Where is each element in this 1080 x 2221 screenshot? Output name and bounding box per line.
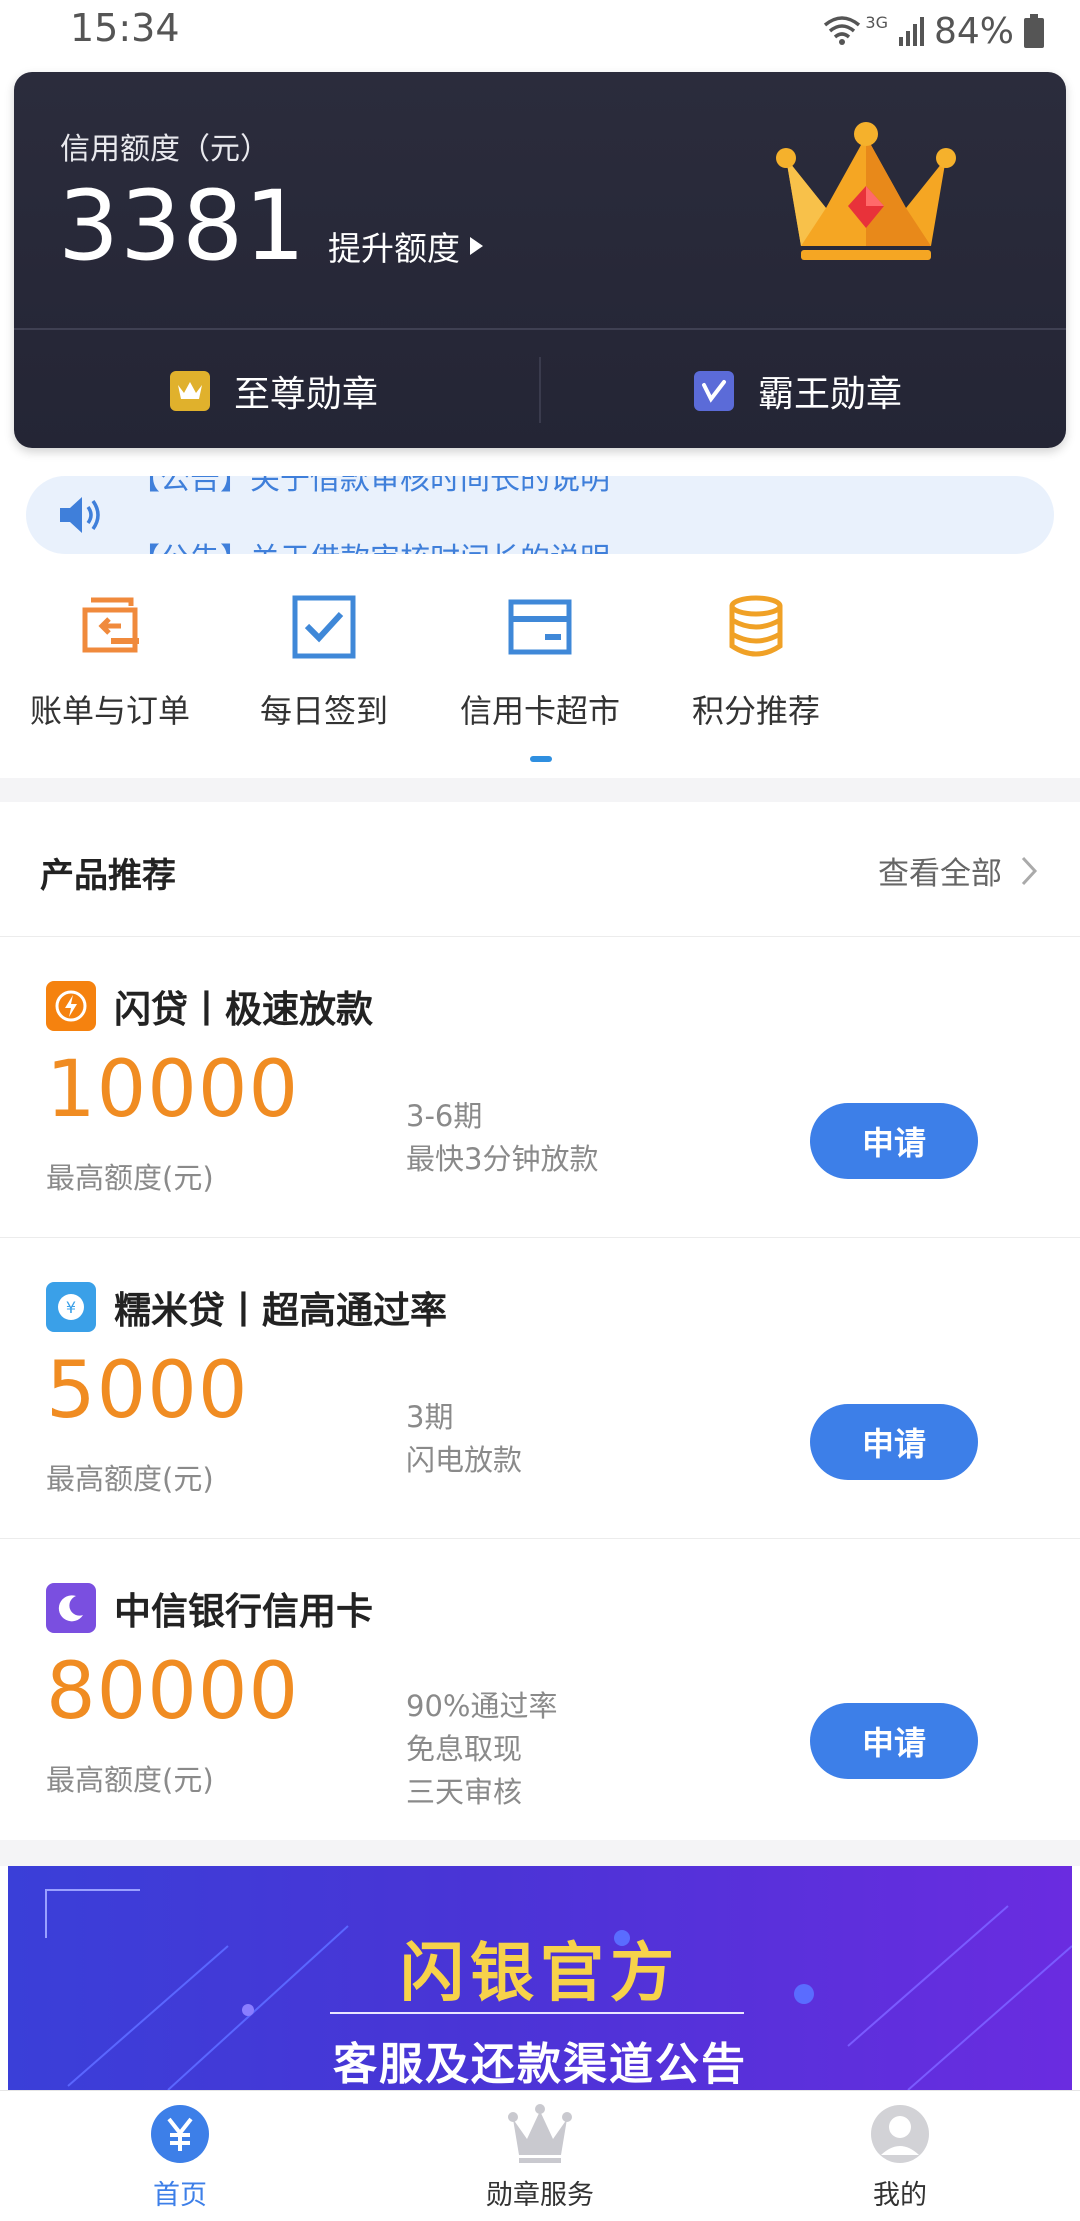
banner-title: 闪银官方 [400,1937,680,2011]
product-max-amount: 80000 [46,1647,300,1737]
nav-badge-service[interactable]: 勋章服务 [420,2091,660,2221]
raise-limit-label: 提升额度 [328,229,460,268]
quick-item-points[interactable]: 积分推荐 [646,584,866,734]
badge-overlord[interactable]: 霸王勋章 [694,334,902,448]
wifi-icon [824,16,861,45]
notice-line: 【公告】关于借款审核时间长的说明 [130,534,610,554]
notice-line: 【公告】关于借款审核时间长的说明 [130,476,610,497]
rice-logo-icon: ¥ [46,1282,96,1332]
product-features: 90%通过率 免息取现 三天审核 [406,1685,557,1814]
nav-profile-label: 我的 [873,2180,927,2211]
product-features: 3期 闪电放款 [406,1396,522,1482]
banner-subtitle: 客服及还款渠道公告 [333,2039,747,2090]
credit-divider [14,328,1066,330]
product-feature: 90%通过率 [406,1689,558,1723]
moon-logo-icon [46,1583,96,1633]
quick-item-bills[interactable]: 账单与订单 [0,584,220,734]
banner-rule [330,2012,744,2014]
product-feature: 闪电放款 [406,1443,523,1477]
battery-text: 84% [933,10,1014,52]
play-arrow-icon [470,237,483,255]
bottom-nav: 首页 勋章服务 我的 [0,2090,1080,2221]
speaker-icon [60,497,100,533]
product-name: 糯米贷丨超高通过率 [114,1289,447,1332]
product-name: 中信银行信用卡 [114,1590,373,1633]
crown-badge-icon [170,371,210,411]
quick-item-label: 账单与订单 [29,692,190,730]
product-amount-label: 最高额度(元) [46,1763,214,1797]
chevron-right-icon [1021,856,1038,885]
product-amount-label: 最高额度(元) [46,1462,214,1496]
bill-order-icon [82,597,139,653]
page-indicator [530,756,552,762]
checkin-icon [292,595,356,659]
raise-limit-link[interactable]: 提升额度 [328,222,483,270]
battery-icon [1024,14,1044,48]
nav-home-label: 首页 [153,2180,207,2211]
nav-home[interactable]: 首页 [60,2091,300,2221]
credit-panel: 信用额度（元） 3381 提升额度 至尊勋章 霸王勋章 [14,72,1066,448]
nav-profile[interactable]: 我的 [780,2091,1020,2221]
product-feature: 3期 [406,1400,454,1434]
product-features: 3-6期 最快3分钟放款 [406,1095,598,1181]
profile-icon [871,2105,929,2163]
product-max-amount: 5000 [46,1346,249,1436]
card-market-icon [508,599,572,655]
apply-button[interactable]: 申请 [810,1103,978,1179]
status-bar: 15:34 3G 84% [0,0,1080,62]
quick-item-label: 每日签到 [259,692,388,730]
lightning-logo-icon [46,981,96,1031]
notice-ticker: 【公告】关于借款审核时间长的说明 【公告】关于借款审核时间长的说明 [130,476,610,554]
network-type: 3G [865,12,888,32]
svg-text:¥: ¥ [66,1298,76,1317]
view-all-link[interactable]: 查看全部 [878,848,1038,893]
crown-nav-icon [508,2104,572,2163]
products-title: 产品推荐 [40,856,176,896]
products-header: 产品推荐 查看全部 [0,802,1080,937]
notice-bar[interactable]: 【公告】关于借款审核时间长的说明 【公告】关于借款审核时间长的说明 [26,476,1054,554]
section-gap [0,1840,1080,1866]
status-icons: 3G 84% [823,6,1044,56]
quick-item-label: 信用卡超市 [459,692,620,730]
quick-menu: 账单与订单 每日签到 信用卡超市 积分推荐 [0,584,1080,764]
signal-icon [898,17,924,46]
product-feature: 3-6期 [406,1099,483,1133]
v-badge-icon [694,371,734,411]
product-feature: 三天审核 [406,1775,523,1809]
coins-icon [729,595,783,657]
product-card[interactable]: 闪贷丨极速放款 10000 最高额度(元) 3-6期 最快3分钟放款 申请 [0,937,1080,1238]
badge-supreme-label: 至尊勋章 [234,374,379,415]
quick-item-label: 积分推荐 [691,692,820,730]
status-time: 15:34 [70,6,180,50]
credit-limit-label: 信用额度（元） [60,132,270,167]
product-max-amount: 10000 [46,1045,300,1135]
home-yen-icon [151,2105,209,2163]
product-name: 闪贷丨极速放款 [114,988,373,1031]
nav-badge-service-label: 勋章服务 [486,2180,594,2211]
product-card[interactable]: ¥ 糯米贷丨超高通过率 5000 最高额度(元) 3期 闪电放款 申请 [0,1238,1080,1539]
gold-crown-icon [776,122,956,260]
product-feature: 免息取现 [406,1732,523,1766]
product-amount-label: 最高额度(元) [46,1161,214,1195]
section-gap [0,778,1080,802]
credit-limit-amount: 3381 [58,170,307,282]
badge-supreme[interactable]: 至尊勋章 [170,334,378,448]
quick-item-card-market[interactable]: 信用卡超市 [430,584,650,734]
apply-button[interactable]: 申请 [810,1703,978,1779]
view-all-label: 查看全部 [878,856,1002,892]
product-card[interactable]: 中信银行信用卡 80000 最高额度(元) 90%通过率 免息取现 三天审核 申… [0,1539,1080,1839]
badge-separator [539,357,541,423]
announcement-banner[interactable]: 闪银官方 客服及还款渠道公告 [8,1866,1072,2090]
badge-overlord-label: 霸王勋章 [758,374,903,415]
product-feature: 最快3分钟放款 [406,1142,599,1176]
quick-item-checkin[interactable]: 每日签到 [214,584,434,734]
apply-button[interactable]: 申请 [810,1404,978,1480]
